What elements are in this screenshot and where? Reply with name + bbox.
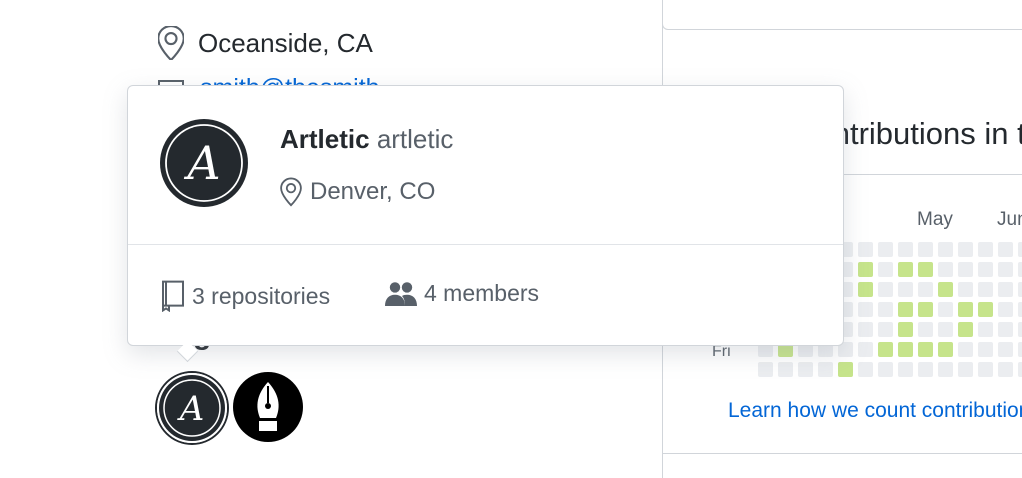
contribution-day[interactable] [998,302,1013,317]
contribution-day[interactable] [878,242,893,257]
contribution-day[interactable] [958,342,973,357]
contribution-day[interactable] [898,262,913,277]
contribution-day[interactable] [938,242,953,257]
contribution-day[interactable] [998,242,1013,257]
contribution-day[interactable] [838,362,853,377]
contribution-day[interactable] [1018,362,1022,377]
svg-text:A: A [177,389,205,429]
hovercard-members-text: 4 members [424,280,540,306]
contribution-day[interactable] [858,322,873,337]
contribution-day[interactable] [938,262,953,277]
contribution-day[interactable] [898,322,913,337]
contribution-day[interactable] [918,302,933,317]
contribution-day[interactable] [1018,342,1022,357]
contribution-day[interactable] [1018,302,1022,317]
contribution-day[interactable] [978,362,993,377]
contribution-day[interactable] [958,282,973,297]
location-pin-icon [158,26,184,60]
contribution-day[interactable] [1018,242,1022,257]
profile-location-text: Oceanside, CA [198,27,373,58]
contribution-day[interactable] [878,302,893,317]
contribution-day[interactable] [998,262,1013,277]
contribution-day[interactable] [858,282,873,297]
repo-book-icon [162,280,184,312]
hovercard-members[interactable]: 4 members [384,280,539,307]
contribution-day[interactable] [878,282,893,297]
contribution-day[interactable] [978,242,993,257]
hovercard-org-name[interactable]: Artletic [280,124,370,154]
contribution-day[interactable] [978,262,993,277]
contribution-day[interactable] [798,362,813,377]
contribution-day[interactable] [918,342,933,357]
contribution-day[interactable] [898,282,913,297]
contribution-day[interactable] [958,242,973,257]
hovercard-repositories-text: 3 repositories [192,282,331,309]
contribution-day[interactable] [918,262,933,277]
contribution-day[interactable] [918,282,933,297]
contribution-day[interactable] [818,362,833,377]
contribution-day[interactable] [978,342,993,357]
hovercard-repositories[interactable]: 3 repositories [160,280,330,312]
contribution-day[interactable] [898,342,913,357]
contribution-day[interactable] [878,262,893,277]
org-hovercard: A Artletic artletic Denver, CO 3 reposit… [127,85,844,363]
contribution-day[interactable] [938,282,953,297]
contribution-day[interactable] [938,302,953,317]
contribution-day[interactable] [938,342,953,357]
org-avatar-pen[interactable] [233,372,303,442]
contribution-day[interactable] [1018,282,1022,297]
contribution-day[interactable] [898,242,913,257]
contribution-day[interactable] [878,362,893,377]
contribution-day[interactable] [938,362,953,377]
svg-text:A: A [183,136,220,190]
contribution-day[interactable] [978,282,993,297]
hovercard-org-login[interactable]: artletic [377,124,454,154]
contribution-day[interactable] [958,302,973,317]
contribution-day[interactable] [998,342,1013,357]
contribution-day[interactable] [878,322,893,337]
hovercard-location: Denver, CO [280,176,435,208]
contribution-day[interactable] [858,302,873,317]
contribution-day[interactable] [858,342,873,357]
contribution-day[interactable] [858,242,873,257]
contribution-day[interactable] [998,282,1013,297]
people-icon [385,281,417,306]
contribution-day[interactable] [978,302,993,317]
contribution-day[interactable] [958,322,973,337]
org-avatar-artletic[interactable]: A [157,373,227,443]
hovercard-divider [128,244,843,245]
month-label: Jun [997,209,1022,230]
contribution-day[interactable] [1018,322,1022,337]
script-a-logo-icon: A [159,375,225,441]
contribution-day[interactable] [878,342,893,357]
contribution-day[interactable] [898,362,913,377]
contribution-day[interactable] [978,322,993,337]
contribution-day[interactable] [998,322,1013,337]
contribution-day[interactable] [898,302,913,317]
hovercard-location-text: Denver, CO [310,178,436,205]
contribution-day[interactable] [758,362,773,377]
contribution-day[interactable] [858,262,873,277]
profile-location: Oceanside, CA [158,24,373,62]
hovercard-caret [176,340,199,363]
contribution-day[interactable] [998,362,1013,377]
script-a-logo-icon[interactable]: A [160,119,248,207]
hovercard-title: Artletic artletic [280,124,453,155]
contribution-day[interactable] [958,362,973,377]
profile-readme-box [662,0,1022,30]
contribution-day[interactable] [958,262,973,277]
contribution-day[interactable] [918,362,933,377]
contribution-day[interactable] [778,362,793,377]
learn-how-we-count-link[interactable]: Learn how we count contributions [728,399,1022,423]
contribution-day[interactable] [918,242,933,257]
contribution-day[interactable] [858,362,873,377]
month-label: May [917,209,953,230]
contribution-day[interactable] [1018,262,1022,277]
location-pin-icon [280,177,302,207]
fountain-pen-logo-icon [233,372,303,442]
contribution-day[interactable] [918,322,933,337]
contribution-day[interactable] [938,322,953,337]
